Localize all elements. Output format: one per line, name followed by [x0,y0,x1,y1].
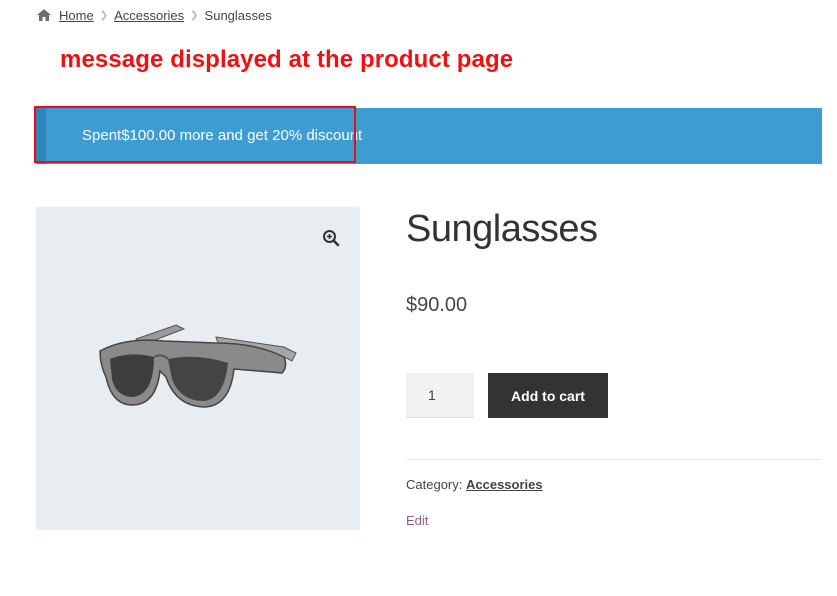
divider [406,459,822,460]
sunglasses-image [99,324,297,408]
breadcrumb-current: Sunglasses [204,7,272,23]
breadcrumb-separator-icon: ❯ [190,9,199,21]
category-link[interactable]: Accessories [466,477,543,492]
quantity-input[interactable] [406,373,474,418]
breadcrumb: Home ❯ Accessories ❯ Sunglasses [36,6,272,24]
product-price: $90.00 [406,294,468,316]
product-title: Sunglasses [406,208,598,250]
edit-link[interactable]: Edit [406,513,428,528]
category-label: Category: [406,477,463,492]
breadcrumb-accessories-link[interactable]: Accessories [114,8,184,23]
annotation-caption: message displayed at the product page [60,46,514,73]
product-gallery[interactable] [36,207,360,530]
breadcrumb-separator-icon: ❯ [99,9,109,21]
product-meta: Category: Accessories [406,477,543,492]
breadcrumb-home-link[interactable]: Home [59,8,94,23]
home-icon[interactable] [36,8,52,22]
annotation-highlight-box [34,106,356,163]
add-to-cart-button[interactable]: Add to cart [488,373,608,418]
product-page: Home ❯ Accessories ❯ Sunglasses message … [0,0,837,596]
zoom-in-icon[interactable] [322,229,340,247]
